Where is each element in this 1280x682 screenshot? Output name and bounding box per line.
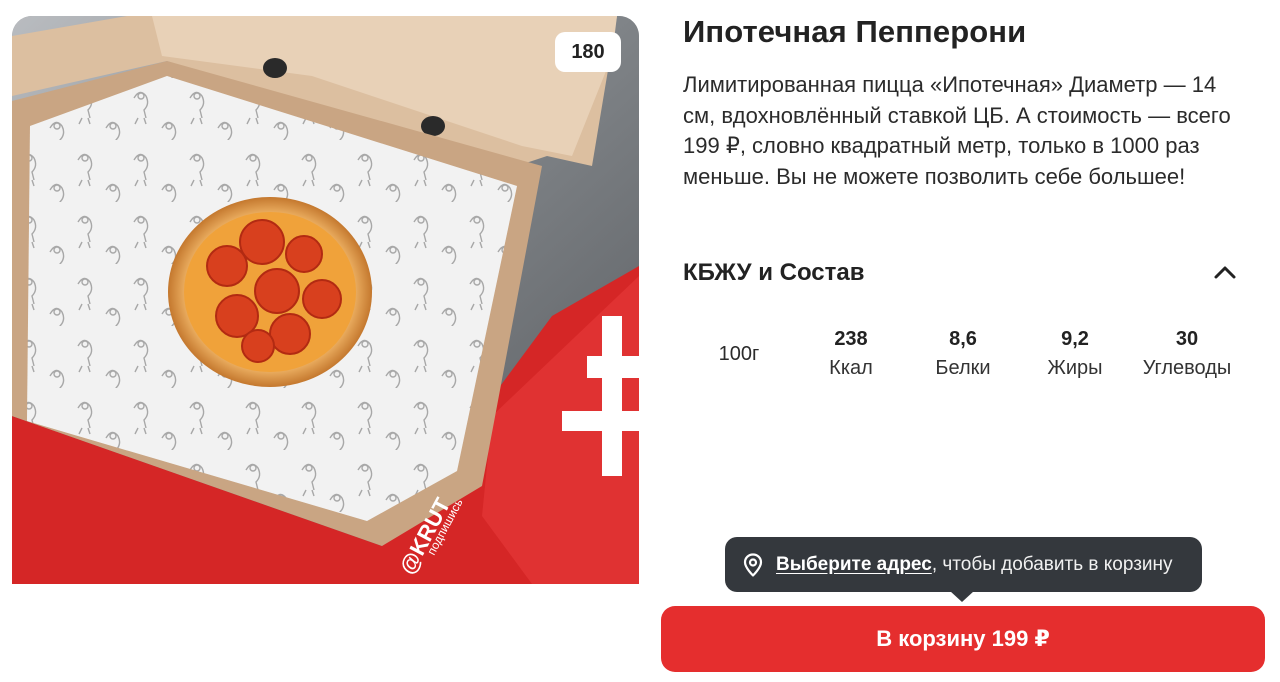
tooltip-text: , чтобы добавить в корзину bbox=[931, 553, 1173, 575]
nutrition-value: 238 bbox=[834, 328, 868, 350]
nutrition-portion: 100г bbox=[718, 342, 760, 365]
nutrition-item-kcal: 238 Ккал bbox=[795, 322, 907, 386]
nutrition-value: 9,2 bbox=[1061, 328, 1089, 350]
nutrition-label: Ккал bbox=[829, 357, 873, 379]
nutrition-table: 100г 238 Ккал 8,6 Белки 9,2 Жиры 30 Угле… bbox=[683, 322, 1243, 386]
address-tooltip: Выберите адрес , чтобы добавить в корзин… bbox=[725, 537, 1202, 602]
product-title: Ипотечная Пепперони bbox=[683, 14, 1027, 49]
weight-badge: 180 bbox=[555, 32, 621, 72]
nutrition-label: Белки bbox=[935, 357, 991, 379]
add-to-cart-button[interactable]: В корзину 199 ₽ bbox=[661, 606, 1265, 672]
nutrition-label: Жиры bbox=[1047, 357, 1103, 379]
nutrition-section-title: КБЖУ и Состав bbox=[683, 259, 865, 286]
nutrition-section-toggle[interactable]: КБЖУ и Состав bbox=[683, 256, 1239, 290]
pizza-box-photo: @KRUT подпишись bbox=[12, 16, 639, 584]
nutrition-item-protein: 8,6 Белки bbox=[907, 322, 1019, 386]
chevron-up-icon[interactable] bbox=[1211, 259, 1239, 287]
nutrition-item-fat: 9,2 Жиры bbox=[1019, 322, 1131, 386]
nutrition-label: Углеводы bbox=[1142, 357, 1232, 379]
nutrition-value: 8,6 bbox=[949, 328, 977, 350]
product-image: @KRUT подпишись 180 bbox=[12, 16, 639, 584]
product-description: Лимитированная пицца «Ипотечная» Диаметр… bbox=[683, 72, 1231, 189]
nutrition-item-carbs: 30 Углеводы bbox=[1131, 322, 1243, 386]
select-address-link[interactable]: Выберите адрес bbox=[776, 554, 932, 576]
nutrition-value: 30 bbox=[1175, 328, 1199, 350]
location-pin-icon bbox=[740, 552, 766, 578]
